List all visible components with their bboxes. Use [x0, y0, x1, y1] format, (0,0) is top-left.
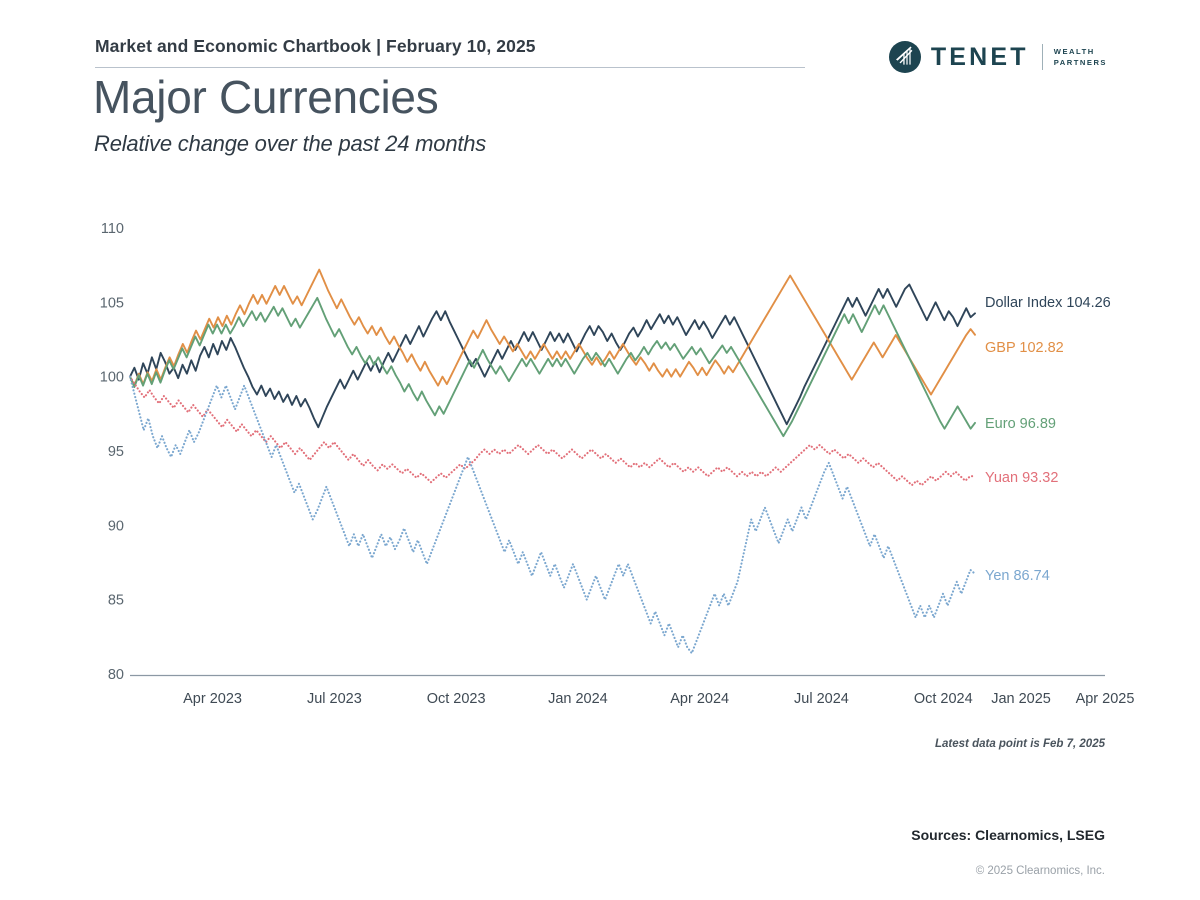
series-label-euro: Euro 96.89 [985, 416, 1056, 432]
x-axis-tick-label: Jul 2024 [794, 691, 849, 707]
x-axis-tick-label: Apr 2025 [1076, 691, 1135, 707]
series-line-yen [128, 375, 977, 655]
series-line-gbp [129, 268, 976, 396]
y-axis-tick-label: 100 [100, 370, 124, 386]
x-axis-ticks: Apr 2023 Jul 2023 Oct 2023 Jan 2024 Apr 2024… [183, 691, 1134, 707]
y-axis-ticks: 80 85 90 95 100 105 110 [100, 221, 124, 683]
y-axis-tick-label: 95 [108, 444, 124, 460]
series-label-yen: Yen 86.74 [985, 568, 1050, 584]
series-label-yuan: Yuan 93.32 [985, 470, 1058, 486]
y-axis-tick-label: 85 [108, 593, 124, 609]
series-line-dollar-index [129, 283, 976, 429]
y-axis-tick-label: 110 [101, 221, 124, 237]
copyright-text: © 2025 Clearnomics, Inc. [975, 865, 1105, 877]
series-label-dollar-index: Dollar Index 104.26 [985, 295, 1111, 311]
y-axis-tick-label: 105 [100, 295, 124, 311]
y-axis-tick-label: 90 [108, 518, 124, 534]
chart-svg: 80 85 90 95 100 105 110 Apr 2023 Jul 2023 Oct 20… [100, 221, 1135, 707]
series-label-gbp: GBP 102.82 [985, 340, 1064, 356]
y-axis-tick-label: 80 [108, 667, 124, 683]
x-axis-tick-label: Jan 2025 [991, 691, 1051, 707]
x-axis-tick-label: Jan 2024 [548, 691, 608, 707]
x-axis-tick-label: Jul 2023 [307, 691, 362, 707]
x-axis-tick-label: Apr 2023 [183, 691, 242, 707]
x-axis-tick-label: Apr 2024 [670, 691, 729, 707]
sources-text: Sources: Clearnomics, LSEG [911, 827, 1105, 843]
series-line-euro [129, 296, 976, 438]
latest-data-note: Latest data point is Feb 7, 2025 [935, 738, 1105, 750]
currency-line-chart: 80 85 90 95 100 105 110 Apr 2023 Jul 2023 Oct 20… [0, 0, 1200, 900]
x-axis-tick-label: Oct 2023 [427, 691, 486, 707]
series-labels: Dollar Index 104.26 GBP 102.82 Euro 96.89 Y… [985, 295, 1111, 584]
series-lines [128, 268, 977, 655]
x-axis-tick-label: Oct 2024 [914, 691, 973, 707]
slide-root: Market and Economic Chartbook | February… [0, 0, 1200, 900]
